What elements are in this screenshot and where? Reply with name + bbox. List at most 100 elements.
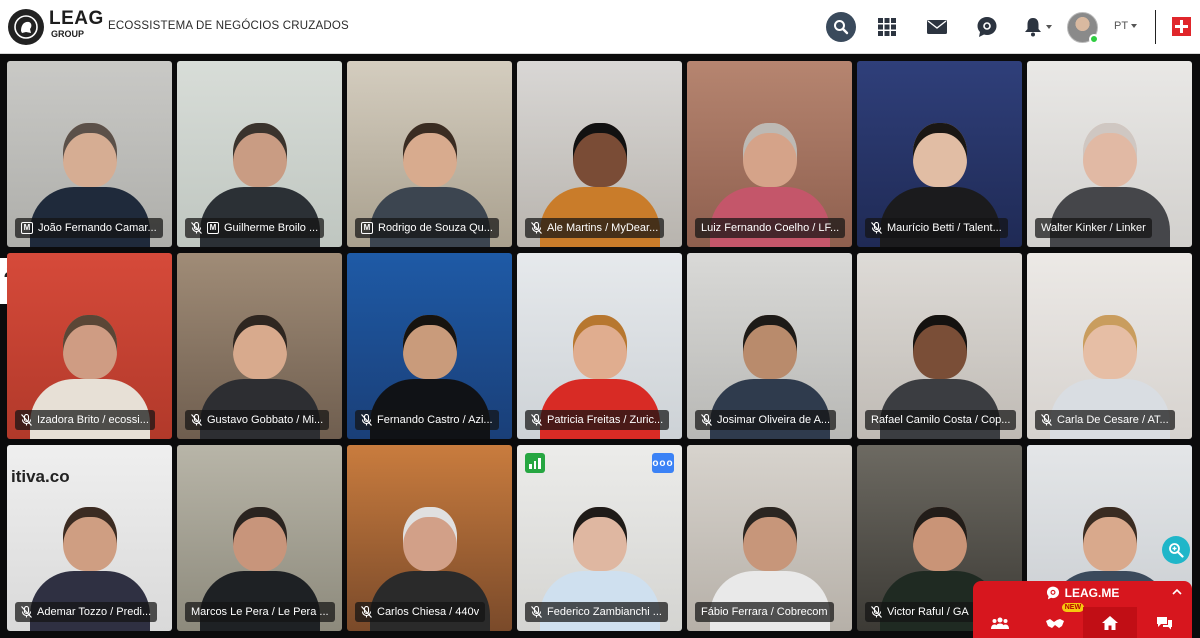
participant-name: João Fernando Camar... <box>38 222 157 234</box>
participant-torso <box>709 571 830 631</box>
mic-muted-indicator <box>531 606 542 618</box>
language-selector[interactable]: PT <box>1114 20 1138 32</box>
participant-name: Carlos Chiesa / 440v <box>377 606 480 618</box>
user-avatar[interactable] <box>1067 12 1099 44</box>
participant-name-label: Josimar Oliveira de A... <box>695 410 837 430</box>
participant-torso <box>879 379 1000 439</box>
participant-name: Fábio Ferrara / Cobrecom <box>701 606 828 618</box>
chat-bubbles-icon <box>1157 616 1173 629</box>
participant-torso <box>369 379 490 439</box>
participant-name-label: M Rodrigo de Souza Qu... <box>355 218 499 238</box>
mic-muted-indicator <box>361 414 372 426</box>
participant-name-label: Gustavo Gobbato / Mi... <box>185 410 330 430</box>
participant-video-tile[interactable]: Ale Martins / MyDear... <box>517 61 682 247</box>
participant-video-tile[interactable]: Carlos Chiesa / 440v <box>347 445 512 631</box>
swiss-flag-icon[interactable] <box>1172 17 1191 36</box>
magnifier-plus-icon <box>1169 543 1184 558</box>
participant-head <box>1082 123 1137 187</box>
mic-muted-indicator <box>21 606 32 618</box>
connection-stats-icon[interactable] <box>525 453 545 473</box>
participant-name-label: Ale Martins / MyDear... <box>525 218 665 238</box>
leag-me-toolbar: NEW <box>973 603 1192 638</box>
leag-me-header[interactable]: LEAG.ME <box>973 581 1192 605</box>
leag-me-widget[interactable]: LEAG.ME NEW <box>973 581 1192 638</box>
participant-name: Federico Zambianchi ... <box>547 606 662 618</box>
participant-video-tile[interactable]: itiva.co Ademar Tozzo / Predi... <box>7 445 172 631</box>
users-button[interactable] <box>973 607 1028 638</box>
zoom-button[interactable] <box>1162 536 1190 564</box>
leag-lion-logo[interactable] <box>8 9 44 45</box>
chevron-down-icon <box>1131 24 1138 28</box>
participant-video-tile[interactable]: Rafael Camilo Costa / Cop... <box>857 253 1022 439</box>
search-button[interactable] <box>826 12 856 42</box>
participant-head <box>62 315 117 379</box>
home-button[interactable] <box>1082 607 1138 638</box>
participant-torso <box>199 379 320 439</box>
participant-name: Victor Raful / GA <box>887 606 969 618</box>
participant-name: Maurício Betti / Talent... <box>887 222 1002 234</box>
mic-off-icon <box>531 414 542 426</box>
chevron-down-icon <box>1046 25 1052 29</box>
participant-head <box>742 507 797 571</box>
mail-icon <box>927 20 947 34</box>
mail-button[interactable] <box>925 12 949 42</box>
participant-video-tile[interactable]: Josimar Oliveira de A... <box>687 253 852 439</box>
video-participants-grid: M João Fernando Camar... M Guilherme Broilo… <box>7 61 1193 634</box>
moderator-badge: M <box>207 222 219 234</box>
participant-video-tile[interactable]: Marcos Le Pera / Le Pera ... <box>177 445 342 631</box>
participant-video-tile[interactable]: M Rodrigo de Souza Qu... <box>347 61 512 247</box>
participant-video-tile[interactable]: Izadora Brito / ecossi... <box>7 253 172 439</box>
participant-video-tile[interactable]: Walter Kinker / Linker <box>1027 61 1192 247</box>
chats-button[interactable] <box>1137 607 1192 638</box>
participant-head <box>402 123 457 187</box>
notifications-button[interactable] <box>1021 12 1055 42</box>
participant-head <box>912 315 967 379</box>
participant-head <box>1082 315 1137 379</box>
participant-torso <box>29 379 150 439</box>
chevron-up-icon[interactable] <box>1172 588 1182 595</box>
brand-name[interactable]: LEAG GROUP <box>49 9 104 39</box>
home-icon <box>1101 615 1118 630</box>
search-icon <box>834 20 849 35</box>
mic-muted-indicator <box>701 414 712 426</box>
participant-video-tile[interactable]: Maurício Betti / Talent... <box>857 61 1022 247</box>
participant-video-tile[interactable]: ooo Federico Zambianchi ... <box>517 445 682 631</box>
participant-torso <box>369 571 490 631</box>
background-watermark-text: itiva.co <box>11 467 70 486</box>
participant-head <box>742 315 797 379</box>
participant-video-tile[interactable]: Patricia Freitas / Zuric... <box>517 253 682 439</box>
participant-video-tile[interactable]: Gustavo Gobbato / Mi... <box>177 253 342 439</box>
participant-name: Rafael Camilo Costa / Cop... <box>871 414 1011 426</box>
language-label: PT <box>1114 20 1129 32</box>
participant-video-tile[interactable]: Carla De Cesare / AT... <box>1027 253 1192 439</box>
participant-video-tile[interactable]: Fábio Ferrara / Cobrecom <box>687 445 852 631</box>
mic-muted-indicator <box>361 606 372 618</box>
mic-off-icon <box>531 222 542 234</box>
mic-muted-indicator <box>531 222 542 234</box>
participant-name-label: Federico Zambianchi ... <box>525 602 668 622</box>
participant-video-tile[interactable]: M João Fernando Camar... <box>7 61 172 247</box>
participant-head <box>232 123 287 187</box>
participant-name: Guilherme Broilo ... <box>224 222 319 234</box>
connections-button[interactable]: NEW <box>1028 603 1085 638</box>
participant-head <box>742 123 797 187</box>
online-status-indicator <box>1089 34 1099 44</box>
users-icon <box>991 617 1010 629</box>
mic-muted-indicator <box>191 414 202 426</box>
mic-off-icon <box>361 606 372 618</box>
participant-name: Luiz Fernando Coelho / LF... <box>701 222 840 234</box>
messages-button[interactable] <box>974 12 1000 42</box>
participant-name: Ademar Tozzo / Predi... <box>37 606 152 618</box>
mic-off-icon <box>191 222 202 234</box>
participant-head <box>232 507 287 571</box>
participant-name-label: Rafael Camilo Costa / Cop... <box>865 410 1017 430</box>
more-options-button[interactable]: ooo <box>652 453 674 473</box>
participant-name: Patricia Freitas / Zuric... <box>547 414 664 426</box>
participant-video-tile[interactable]: M Guilherme Broilo ... <box>177 61 342 247</box>
participant-video-tile[interactable]: Fernando Castro / Azi... <box>347 253 512 439</box>
header-divider <box>1155 10 1156 44</box>
participant-name: Ale Martins / MyDear... <box>547 222 659 234</box>
participant-video-tile[interactable]: Luiz Fernando Coelho / LF... <box>687 61 852 247</box>
mic-muted-indicator <box>21 414 32 426</box>
apps-grid-button[interactable] <box>875 12 899 42</box>
